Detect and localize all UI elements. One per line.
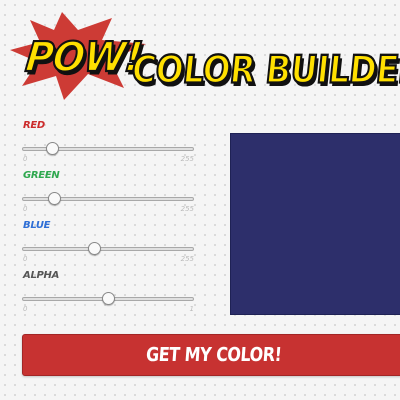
slider-min-blue: 0	[23, 255, 28, 263]
slider-alpha: ALPHA 0 1	[22, 270, 198, 320]
slider-min-green: 0	[23, 205, 28, 213]
slider-max-green: 255	[180, 205, 194, 213]
slider-max-alpha: 1	[189, 305, 194, 313]
slider-label-green: GREEN	[23, 170, 60, 181]
slider-controls: RED 0 255 GREEN 0 255 BLUE 0 255 ALPHA 0…	[22, 120, 198, 320]
color-preview-swatch	[230, 133, 400, 315]
slider-min-red: 0	[23, 155, 28, 163]
slider-thumb-green[interactable]	[47, 192, 61, 205]
pow-text: POW!	[22, 32, 144, 82]
slider-min-alpha: 0	[23, 305, 28, 313]
slider-track-blue[interactable]	[22, 247, 194, 251]
slider-label-alpha: ALPHA	[23, 270, 60, 281]
page-title: COLOR BUILDER!	[129, 46, 400, 93]
slider-blue: BLUE 0 255	[22, 220, 198, 270]
get-my-color-button-label: GET MY COLOR!	[145, 343, 283, 366]
slider-max-red: 255	[180, 155, 194, 163]
slider-label-blue: BLUE	[23, 220, 51, 231]
get-my-color-button[interactable]: GET MY COLOR!	[22, 334, 400, 376]
slider-thumb-blue[interactable]	[88, 242, 102, 255]
slider-max-blue: 255	[180, 255, 194, 263]
slider-green: GREEN 0 255	[22, 170, 198, 220]
slider-thumb-alpha[interactable]	[102, 292, 115, 305]
slider-label-red: RED	[23, 120, 45, 131]
header: POW! COLOR BUILDER!	[0, 0, 400, 110]
slider-thumb-red[interactable]	[46, 142, 60, 155]
slider-red: RED 0 255	[22, 120, 198, 170]
